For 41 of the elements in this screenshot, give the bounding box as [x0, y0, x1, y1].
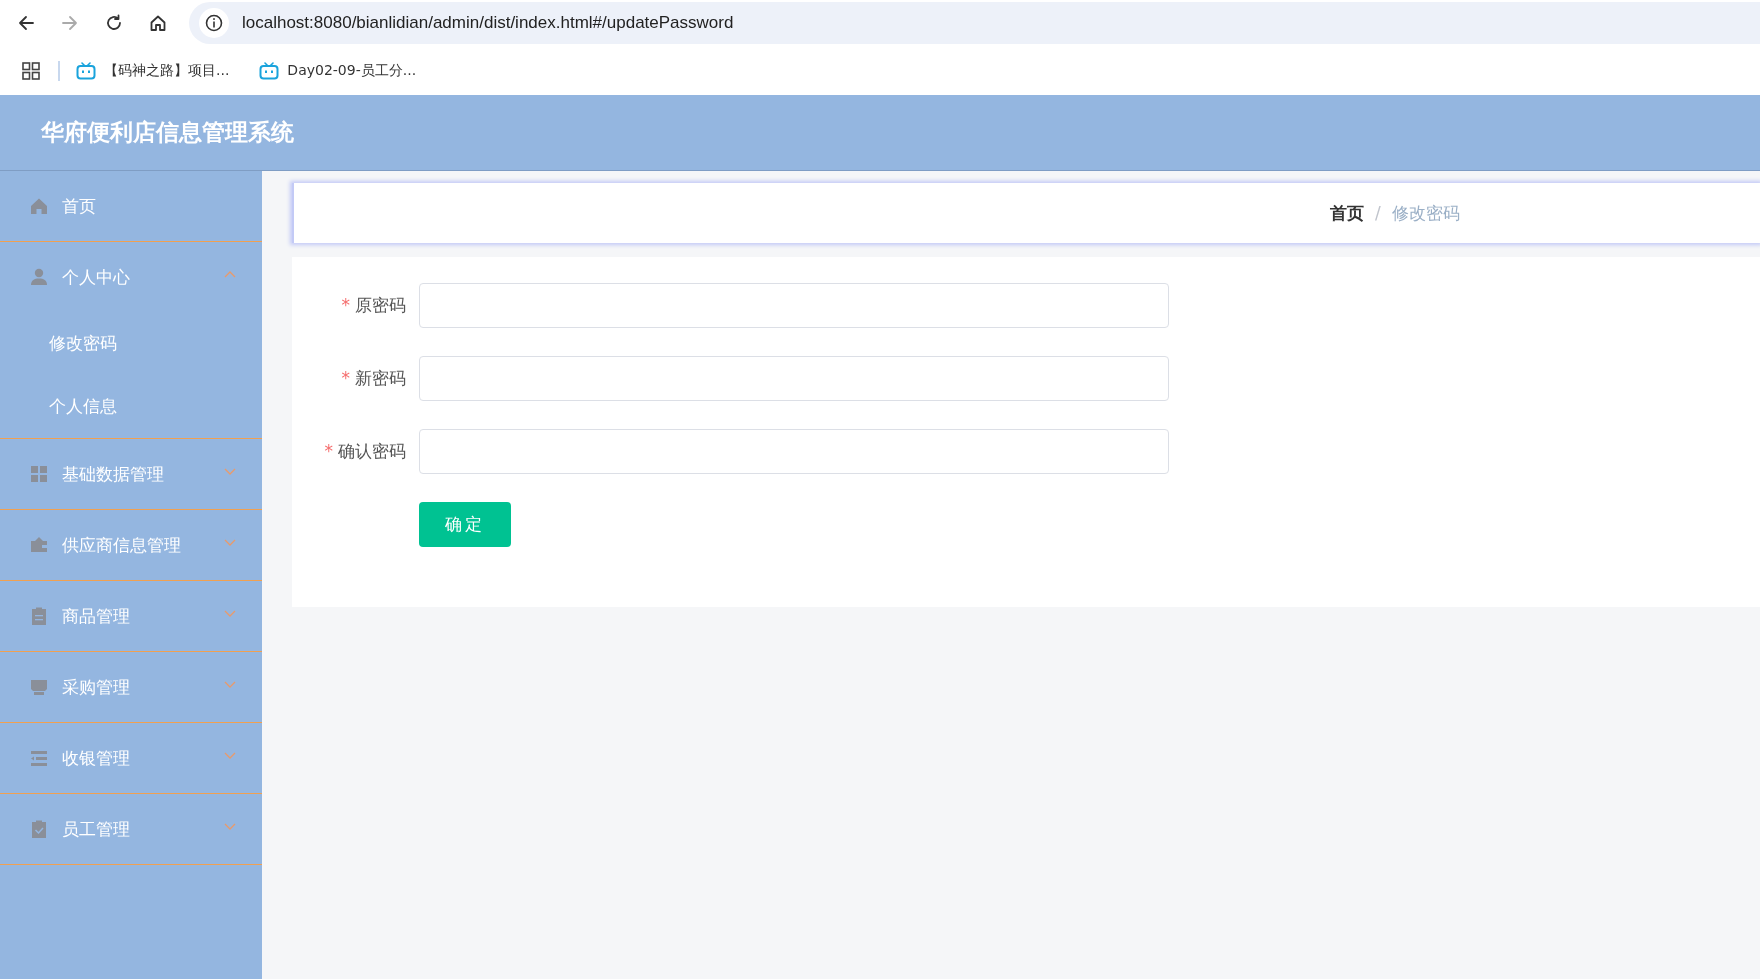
field-label: 原密码 — [355, 295, 406, 315]
submenu-item[interactable]: 修改密码 — [0, 312, 262, 375]
submenu-item[interactable]: 个人信息 — [0, 375, 262, 438]
menu-item[interactable]: 收银管理 — [0, 723, 262, 793]
breadcrumb-item[interactable]: 首页 — [1330, 201, 1364, 225]
menu-item[interactable]: 供应商信息管理 — [0, 510, 262, 580]
tv-icon — [259, 61, 280, 80]
home-icon[interactable] — [149, 14, 167, 32]
menu-item[interactable]: 个人中心 — [0, 242, 262, 312]
menu-item[interactable]: 员工管理 — [0, 794, 262, 864]
bookmark[interactable]: Day02-09-员工分... — [259, 61, 417, 80]
field-label: 新密码 — [355, 368, 406, 388]
list-icon — [30, 749, 48, 767]
user-icon — [30, 268, 48, 286]
apps-icon[interactable] — [22, 61, 40, 80]
required-mark: * — [341, 295, 350, 315]
required-mark: * — [341, 368, 350, 388]
address-bar[interactable]: localhost:8080/bianlidian/admin/dist/index.html#/updatePassword — [189, 2, 1760, 44]
reload-icon[interactable] — [105, 14, 123, 32]
field-label: 确认密码 — [338, 441, 406, 461]
tv-icon — [76, 61, 96, 80]
url-text: localhost:8080/bianlidian/admin/dist/index.html#/updatePassword — [242, 13, 734, 33]
grid-icon — [30, 465, 48, 483]
password-field[interactable] — [419, 429, 1169, 474]
breadcrumb-separator: / — [1375, 203, 1381, 223]
app-title: 华府便利店信息管理系统 — [41, 118, 294, 147]
menu-item[interactable]: 商品管理 — [0, 581, 262, 651]
menu-item[interactable]: 采购管理 — [0, 652, 262, 722]
breadcrumb-item: 修改密码 — [1391, 201, 1460, 225]
confirm-button[interactable]: 确定 — [419, 502, 511, 547]
required-mark: * — [324, 441, 333, 461]
info-icon[interactable] — [199, 8, 229, 38]
password-field[interactable] — [419, 356, 1169, 401]
home-icon — [30, 197, 48, 215]
clipboard-icon — [30, 607, 48, 625]
password-field[interactable] — [419, 283, 1169, 328]
bookmark[interactable]: 【码神之路】项目... — [76, 61, 230, 80]
clipboard-check-icon — [30, 820, 48, 838]
menu-item[interactable]: 基础数据管理 — [0, 439, 262, 509]
menu-item[interactable]: 首页 — [0, 171, 262, 241]
back-icon[interactable] — [17, 14, 35, 32]
